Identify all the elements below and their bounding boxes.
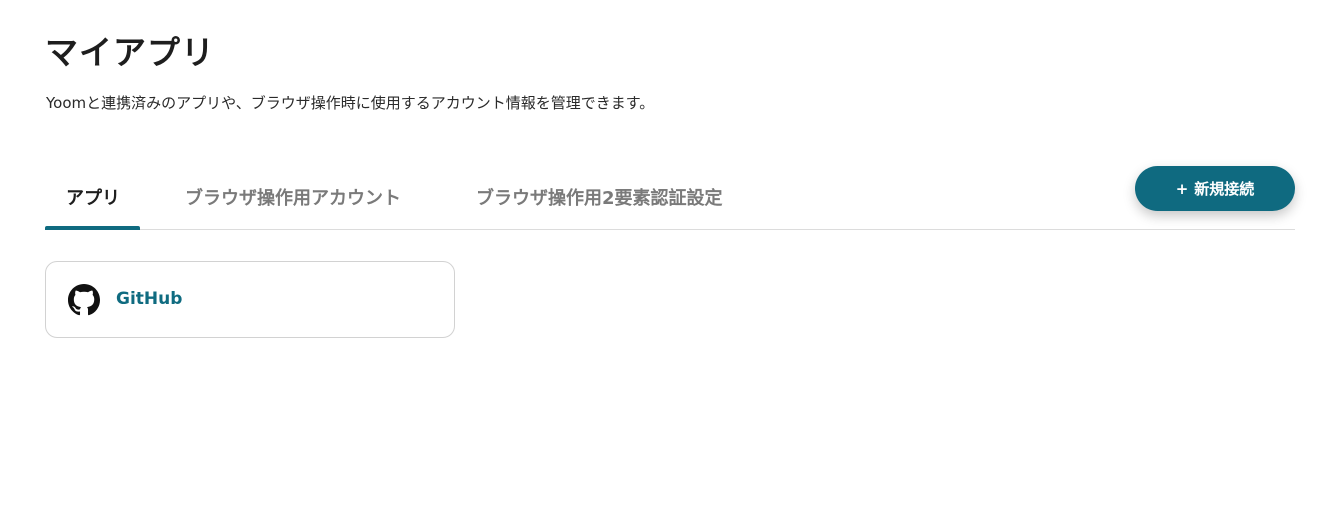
- tab-apps[interactable]: アプリ: [66, 184, 120, 210]
- app-name: GitHub: [116, 289, 183, 309]
- page-description: Yoomと連携済みのアプリや、ブラウザ操作時に使用するアカウント情報を管理できま…: [46, 94, 655, 112]
- app-card-github[interactable]: GitHub: [45, 261, 455, 338]
- tab-browser-2fa-settings[interactable]: ブラウザ操作用2要素認証設定: [476, 184, 723, 210]
- active-tab-indicator: [45, 226, 140, 230]
- github-icon: [68, 284, 100, 316]
- tab-browser-accounts[interactable]: ブラウザ操作用アカウント: [185, 184, 401, 210]
- tab-browser-accounts-label: ブラウザ操作用アカウント: [185, 188, 401, 209]
- plus-icon: +: [1175, 179, 1189, 198]
- new-connection-button[interactable]: + 新規接続: [1135, 166, 1295, 211]
- tab-apps-label: アプリ: [66, 188, 120, 209]
- my-apps-page: マイアプリ Yoomと連携済みのアプリや、ブラウザ操作時に使用するアカウント情報…: [0, 0, 1343, 517]
- tab-browser-2fa-settings-label: ブラウザ操作用2要素認証設定: [476, 188, 723, 209]
- new-connection-label: 新規接続: [1194, 180, 1255, 198]
- tab-bar: アプリ ブラウザ操作用アカウント ブラウザ操作用2要素認証設定: [45, 165, 1295, 230]
- page-title: マイアプリ: [45, 33, 215, 72]
